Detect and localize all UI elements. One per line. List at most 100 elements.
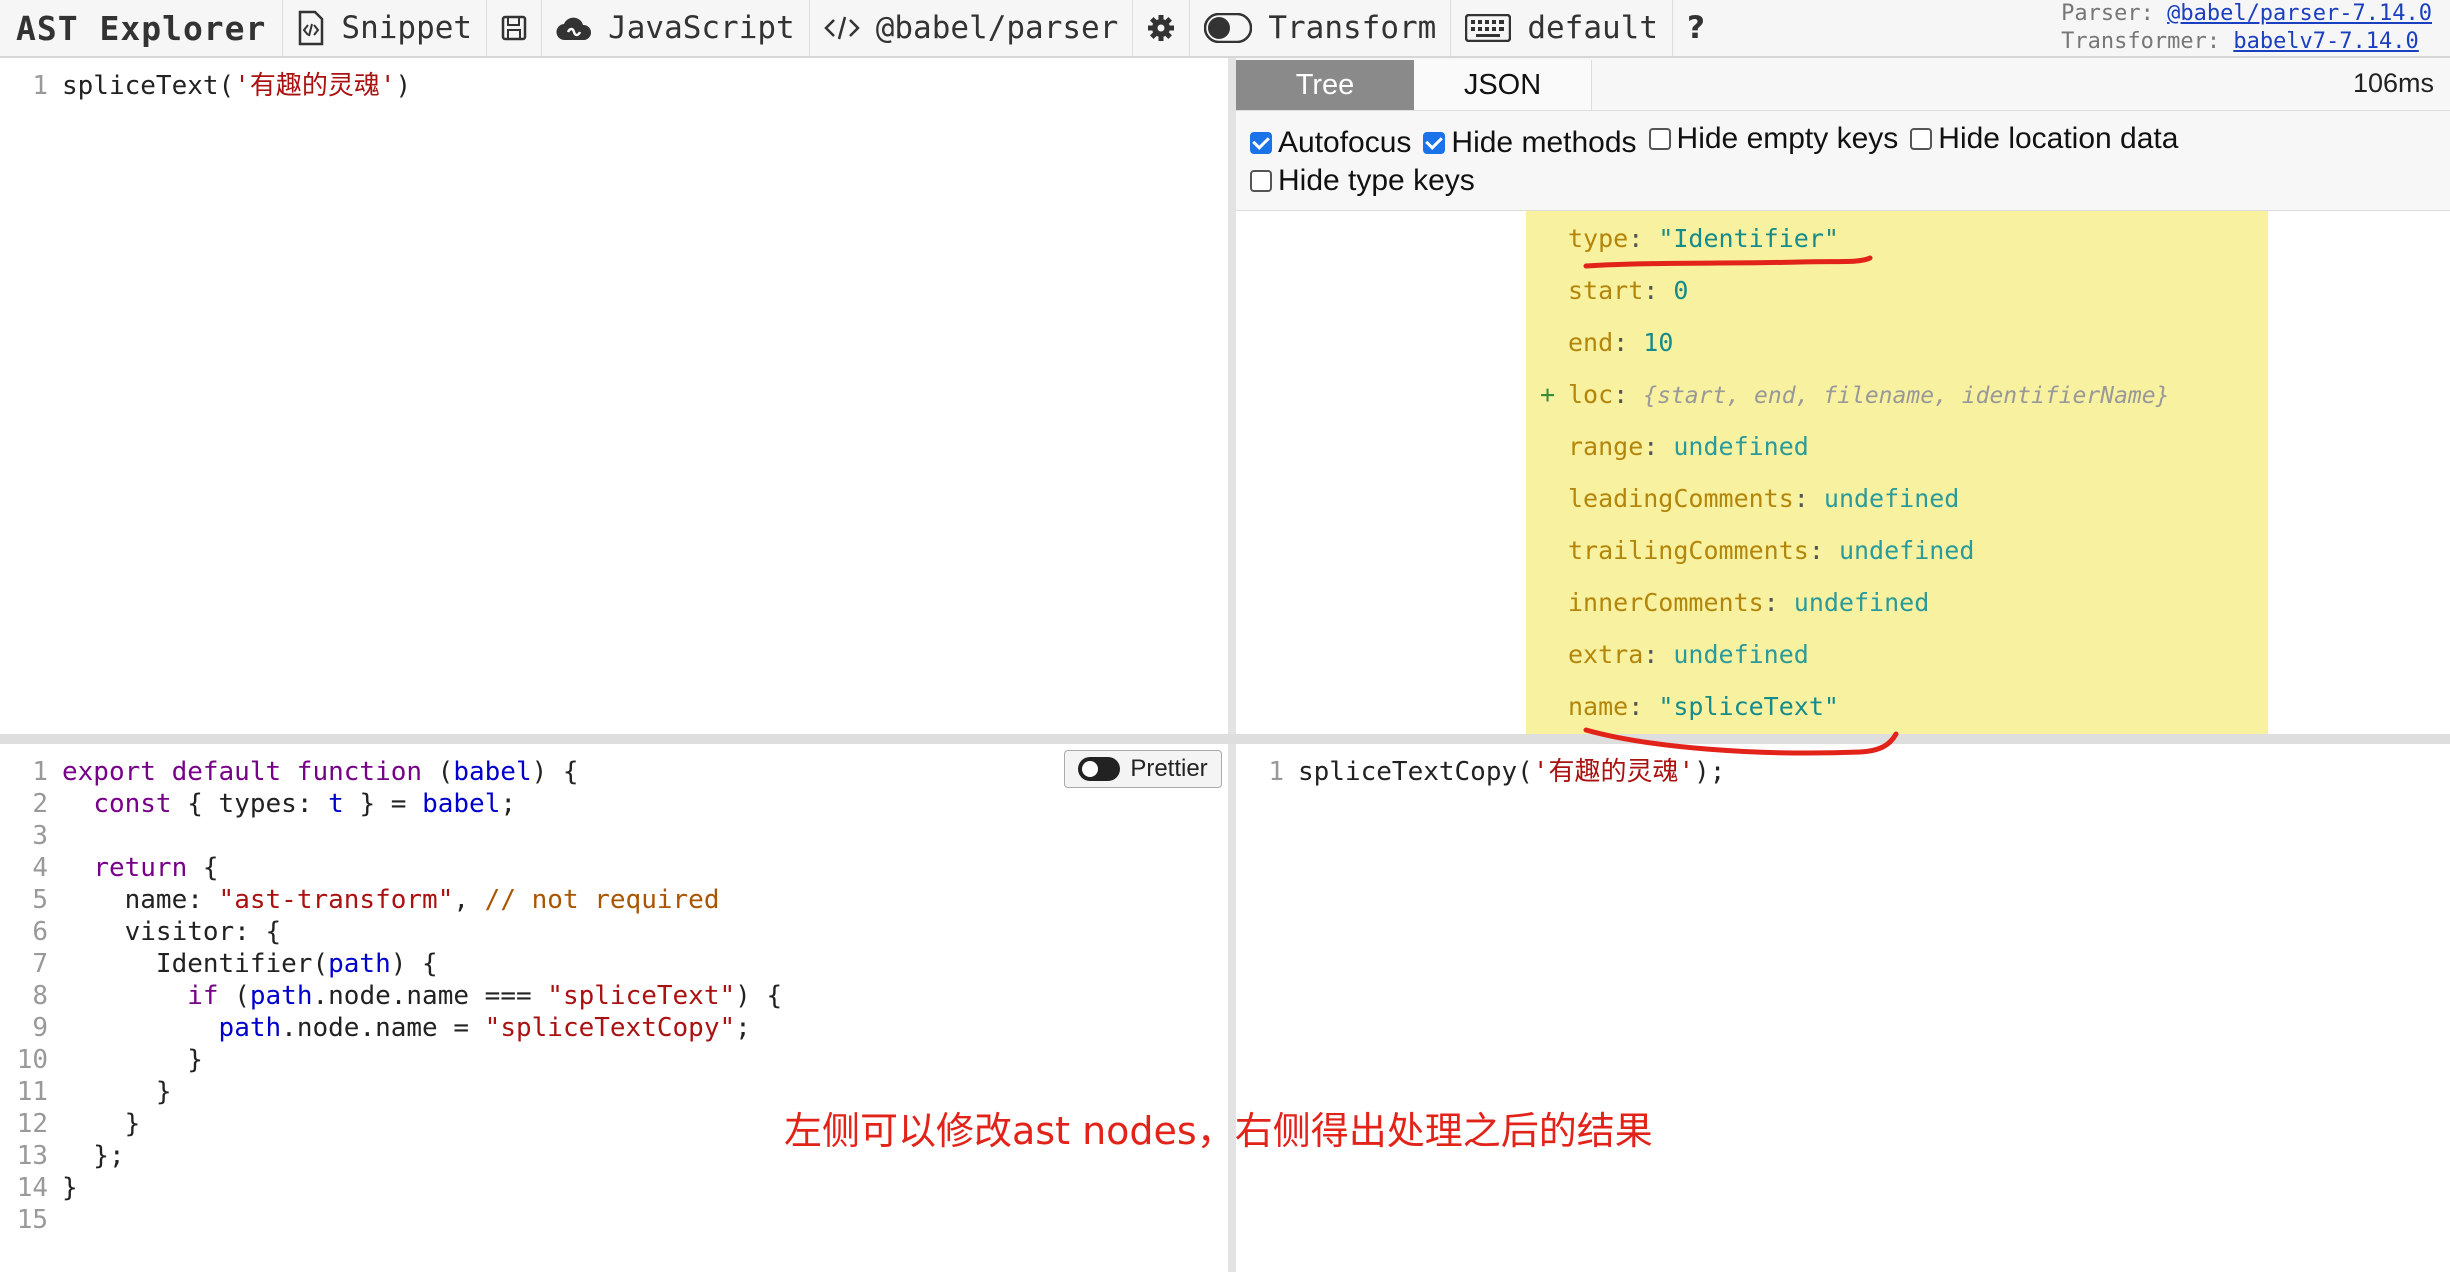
ast-prop-innerComments[interactable]: innerComments: undefined	[1568, 577, 1929, 629]
transformer-version-link[interactable]: babelv7-7.14.0	[2233, 29, 2418, 54]
line-number: 1	[32, 71, 48, 101]
transform-code-editor[interactable]: 1 export default function (babel) { 2 cons…	[0, 756, 1228, 1236]
line-number: 8	[32, 981, 48, 1011]
annotation-text: 左侧可以修改ast nodes，右侧得出处理之后的结果	[784, 1109, 1653, 1153]
snippet-label: Snippet	[341, 10, 473, 46]
prop-colon: :	[1613, 328, 1644, 357]
output-code-viewer[interactable]: 1 spliceTextCopy('有趣的灵魂');	[1236, 756, 2450, 788]
save-button[interactable]	[486, 0, 541, 57]
tab-json[interactable]: JSON	[1414, 60, 1592, 110]
prop-key: leadingComments	[1568, 484, 1794, 513]
code-text: if (path.node.name === "spliceText") {	[62, 980, 782, 1012]
help-icon: ?	[1687, 10, 1705, 46]
code-line: 9 path.node.name = "spliceTextCopy";	[0, 1012, 1228, 1044]
option-autofocus[interactable]: Autofocus	[1250, 124, 1411, 162]
code-token: }	[62, 1045, 203, 1075]
line-number: 3	[32, 821, 48, 851]
prop-key: innerComments	[1568, 588, 1764, 617]
code-token: name:	[62, 885, 219, 915]
option-hide-empty-keys[interactable]: Hide empty keys	[1648, 120, 1898, 158]
line-number: 2	[32, 789, 48, 819]
prop-colon: :	[1763, 588, 1794, 617]
checkbox[interactable]	[1250, 169, 1272, 192]
code-token: spliceText(	[62, 71, 235, 101]
code-token: '有趣的灵魂'	[1532, 757, 1695, 787]
code-token: {	[187, 853, 219, 883]
transform-toggle[interactable]: Transform	[1189, 0, 1450, 57]
code-text: }	[62, 1172, 78, 1204]
ast-prop-name[interactable]: name: "spliceText"	[1568, 681, 1839, 733]
ast-prop-extra[interactable]: extra: undefined	[1568, 629, 1809, 681]
code-token: ) {	[735, 981, 783, 1011]
parser-version-link[interactable]: @babel/parser-7.14.0	[2167, 1, 2432, 26]
expand-icon[interactable]: +	[1540, 369, 1555, 421]
ast-prop-range[interactable]: range: undefined	[1568, 421, 1809, 473]
code-token: (	[218, 981, 250, 1011]
code-text: name: "ast-transform", // not required	[62, 884, 720, 916]
language-label: JavaScript	[608, 10, 795, 46]
version-info: Parser: @babel/parser-7.14.0 Transformer…	[2061, 0, 2432, 56]
prop-key: end	[1568, 328, 1614, 357]
output-pane: 1 spliceTextCopy('有趣的灵魂');	[1236, 744, 2450, 1272]
code-line: 4 return {	[0, 852, 1228, 884]
ast-prop-trailingComments[interactable]: trailingComments: undefined	[1568, 525, 1974, 577]
help-button[interactable]: ?	[1672, 0, 1719, 57]
code-token: const	[93, 789, 172, 819]
option-label: Autofocus	[1278, 125, 1412, 159]
parser-label: @babel/parser	[875, 10, 1119, 46]
parser-settings-button[interactable]	[1132, 0, 1189, 57]
option-label: Hide methods	[1451, 125, 1637, 159]
gear-icon	[1147, 14, 1175, 42]
ast-prop-end[interactable]: end: 10	[1568, 317, 1673, 369]
prettier-button[interactable]: Prettier	[1064, 750, 1222, 788]
code-token: ;	[500, 789, 517, 819]
line-number: 10	[16, 1045, 48, 1075]
keymap-select[interactable]: default	[1450, 0, 1672, 57]
code-token: "spliceTextCopy"	[484, 1013, 736, 1043]
parser-version-prefix: Parser:	[2061, 1, 2154, 26]
snippet-menu[interactable]: Snippet	[282, 0, 486, 57]
prop-key: start	[1568, 276, 1644, 305]
prettier-toggle-icon	[1078, 757, 1121, 781]
horizontal-splitter[interactable]	[0, 734, 2450, 744]
keymap-label: default	[1527, 10, 1658, 46]
line-number: 1	[32, 757, 48, 787]
code-token: ) {	[390, 949, 438, 979]
option-label: Hide type keys	[1278, 163, 1475, 197]
code-token: )	[395, 71, 412, 101]
checkbox[interactable]	[1910, 128, 1933, 150]
vertical-splitter[interactable]	[1228, 58, 1236, 1272]
prop-colon: :	[1613, 380, 1644, 409]
option-hide-type-keys[interactable]: Hide type keys	[1250, 162, 1475, 200]
option-hide-methods[interactable]: Hide methods	[1423, 124, 1637, 162]
tab-tree[interactable]: Tree	[1236, 60, 1414, 110]
ast-pane: Tree JSON 106ms Autofocus Hide methods Hid…	[1236, 58, 2450, 734]
checkbox[interactable]	[1648, 128, 1671, 150]
line-number: 4	[32, 853, 48, 883]
code-token: } =	[343, 789, 423, 819]
code-line: 15	[0, 1204, 1228, 1236]
ast-prop-leadingComments[interactable]: leadingComments: undefined	[1568, 473, 1959, 525]
code-token: t	[328, 789, 344, 819]
prop-key: name	[1568, 692, 1629, 721]
checkbox[interactable]	[1250, 131, 1272, 154]
line-number: 7	[32, 949, 48, 979]
source-editor-pane: 1 spliceText('有趣的灵魂')	[0, 58, 1228, 734]
checkbox[interactable]	[1423, 131, 1446, 154]
line-number: 11	[16, 1077, 48, 1107]
code-token: visitor: {	[62, 917, 282, 947]
option-hide-location-data[interactable]: Hide location data	[1910, 120, 2178, 158]
app-title: AST Explorer	[16, 8, 267, 48]
ast-prop-loc[interactable]: + loc: {start, end, filename, identifierN…	[1540, 369, 2169, 421]
tree-options: Autofocus Hide methods Hide empty keys Hide…	[1250, 120, 2440, 202]
code-token: ) {	[531, 757, 579, 787]
code-text: export default function (babel) {	[62, 756, 579, 788]
code-line: 8 if (path.node.name === "spliceText") {	[0, 980, 1228, 1012]
ast-prop-start[interactable]: start: 0	[1568, 265, 1688, 317]
ast-prop-type[interactable]: type: "Identifier"	[1568, 213, 1839, 265]
source-code-editor[interactable]: 1 spliceText('有趣的灵魂')	[0, 70, 1228, 102]
language-select[interactable]: JavaScript	[541, 0, 809, 57]
parser-select[interactable]: @babel/parser	[808, 0, 1133, 57]
